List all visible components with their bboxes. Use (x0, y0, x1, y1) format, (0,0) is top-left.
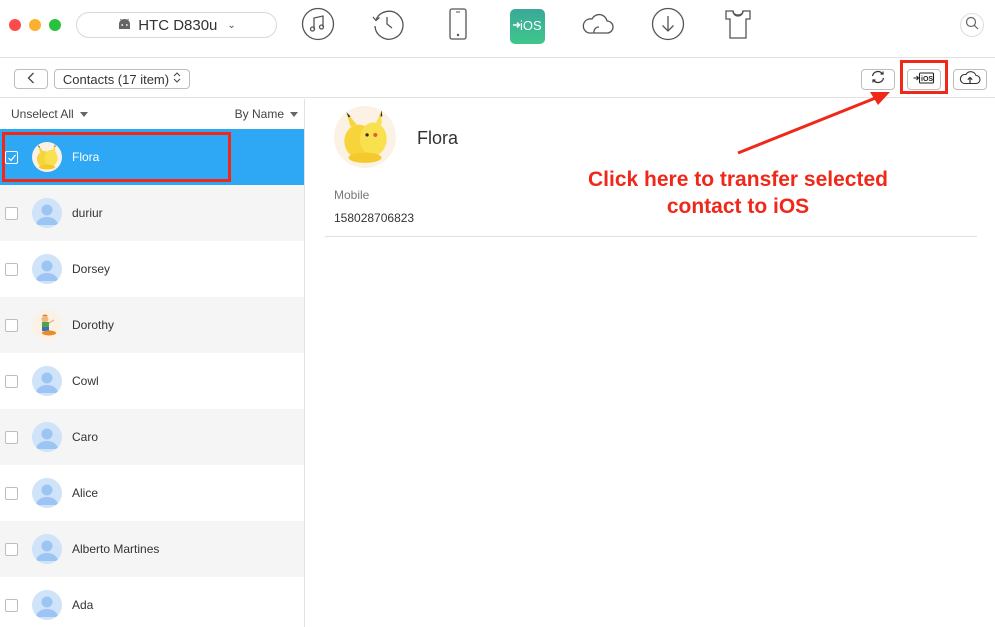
contact-name: Ada (72, 598, 94, 612)
nav-skin[interactable] (720, 9, 755, 44)
contact-row[interactable]: Dorsey (0, 241, 304, 297)
contact-row[interactable]: Caro (0, 409, 304, 465)
cloud-upload-icon (959, 69, 981, 90)
refresh-icon (870, 69, 886, 90)
contact-row[interactable]: Flora (0, 129, 304, 185)
contact-row[interactable]: Alberto Martines (0, 521, 304, 577)
contact-name: Flora (72, 150, 100, 164)
up-down-chevron-icon (173, 72, 181, 86)
mobile-label: Mobile (334, 188, 370, 202)
nav-history[interactable] (370, 9, 405, 44)
search-icon (965, 16, 979, 35)
default-avatar-icon (32, 422, 62, 452)
contact-checkbox[interactable] (5, 430, 18, 444)
cloud-icon (581, 7, 615, 46)
divider (325, 236, 977, 237)
download-icon (651, 7, 685, 46)
contact-name: Dorothy (72, 318, 115, 332)
default-avatar-icon (32, 534, 62, 564)
zoom-window-button[interactable] (49, 19, 61, 31)
chevron-down-icon: ⌄ (227, 19, 236, 31)
sort-label: By Name (234, 107, 284, 121)
category-label: Contacts (17 item) (62, 71, 170, 87)
contact-list-panel: Unselect All By Name Flora duriur Dorsey… (0, 99, 305, 627)
contact-checkbox[interactable] (5, 206, 18, 220)
default-avatar-icon (32, 366, 62, 396)
contact-checkbox[interactable] (5, 542, 18, 556)
minimize-window-button[interactable] (29, 19, 41, 31)
contact-name: Dorsey (72, 262, 111, 276)
chevron-left-icon (27, 71, 35, 87)
device-name: HTC D830u (138, 16, 218, 34)
nav-to-ios[interactable]: iOS (510, 9, 545, 44)
unselect-all-label: Unselect All (11, 107, 74, 121)
nav-music[interactable] (300, 7, 335, 46)
tshirt-icon (721, 7, 755, 46)
default-avatar-icon (32, 198, 62, 228)
default-avatar-icon (32, 254, 62, 284)
contact-row[interactable]: Cowl (0, 353, 304, 409)
nav-cloud[interactable] (580, 9, 615, 44)
contact-name: Caro (72, 430, 99, 444)
search-button[interactable] (960, 13, 984, 37)
android-icon (117, 17, 132, 34)
device-selector[interactable]: HTC D830u ⌄ (76, 12, 277, 38)
nav-download[interactable] (650, 7, 685, 46)
transfer-to-ios-button[interactable]: iOS (907, 69, 941, 90)
contact-row[interactable]: Alice (0, 465, 304, 521)
contact-avatar (32, 310, 62, 340)
annotation-text: Click here to transfer selected contact … (560, 166, 916, 220)
default-avatar-icon (32, 590, 62, 620)
title-bar: HTC D830u ⌄ iOS (0, 0, 995, 58)
annotation-line-2: contact to iOS (666, 195, 810, 218)
detail-avatar (334, 106, 396, 168)
history-icon (371, 7, 405, 46)
list-header: Unselect All By Name (0, 99, 304, 129)
close-window-button[interactable] (9, 19, 21, 31)
contact-name: Alberto Martines (72, 542, 160, 556)
contact-name: Alice (72, 486, 99, 500)
contact-name: Cowl (72, 374, 99, 388)
contact-checkbox[interactable] (5, 486, 18, 500)
caret-down-icon (79, 111, 88, 117)
contact-row[interactable]: Ada (0, 577, 304, 627)
category-selector[interactable]: Contacts (17 item) (54, 69, 190, 89)
music-icon (301, 7, 335, 46)
contact-name: duriur (72, 206, 103, 220)
contact-checkbox[interactable] (5, 374, 18, 388)
svg-text:iOS: iOS (520, 18, 542, 33)
main-nav: iOS (300, 7, 755, 46)
sort-dropdown[interactable]: By Name (235, 107, 298, 121)
contact-avatar (32, 142, 62, 172)
default-avatar-icon (32, 478, 62, 508)
contact-row[interactable]: Dorothy (0, 297, 304, 353)
annotation-line-1: Click here to transfer selected (588, 168, 888, 191)
back-button[interactable] (14, 69, 48, 89)
phone-icon (441, 7, 475, 46)
caret-down-icon (290, 111, 298, 117)
contact-checkbox[interactable] (5, 150, 18, 164)
contact-checkbox[interactable] (5, 598, 18, 612)
contact-checkbox[interactable] (5, 262, 18, 276)
nav-phone[interactable] (440, 7, 475, 46)
contact-row[interactable]: duriur (0, 185, 304, 241)
contact-checkbox[interactable] (5, 318, 18, 332)
refresh-button[interactable] (861, 69, 895, 90)
toolbar: Contacts (17 item) iOS (0, 59, 995, 98)
to-ios-icon: iOS (913, 71, 935, 89)
detail-contact-name: Flora (417, 128, 459, 148)
svg-text:iOS: iOS (921, 76, 933, 83)
upload-to-cloud-button[interactable] (953, 69, 987, 90)
mobile-value: 158028706823 (334, 211, 415, 225)
unselect-all-dropdown[interactable]: Unselect All (11, 107, 88, 121)
app-window: HTC D830u ⌄ iOS Contacts (17 item) iOS U… (0, 0, 995, 627)
to-ios-icon: iOS (511, 8, 545, 45)
